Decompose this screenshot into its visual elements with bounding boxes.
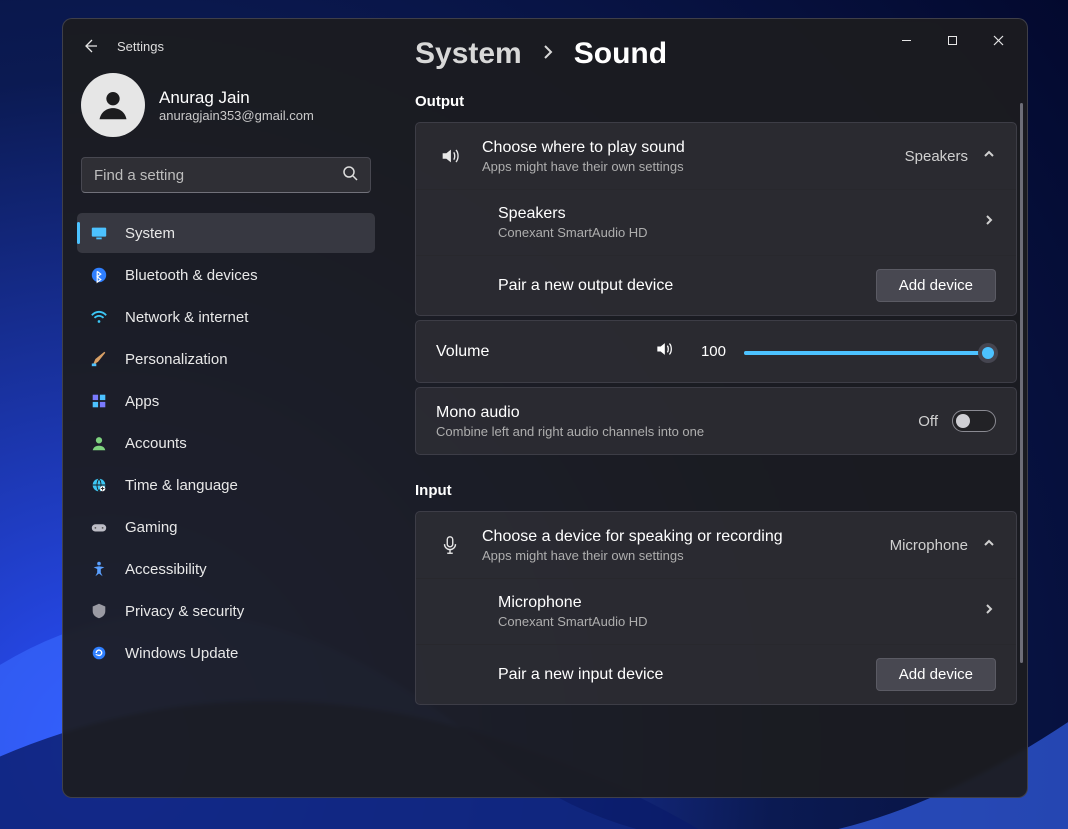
microphone-icon	[436, 534, 464, 556]
sidebar-item-privacy-security[interactable]: Privacy & security	[77, 591, 375, 631]
sidebar-item-accessibility[interactable]: Accessibility	[77, 549, 375, 589]
search-input[interactable]	[94, 167, 318, 184]
sidebar-item-network-internet[interactable]: Network & internet	[77, 297, 375, 337]
input-pair-row: Pair a new input device Add device	[416, 644, 1016, 704]
output-current-device: Speakers	[905, 148, 968, 165]
sidebar-item-label: Network & internet	[125, 309, 248, 326]
output-device-title: Speakers	[498, 205, 964, 223]
add-output-device-button[interactable]: Add device	[876, 269, 996, 302]
accessibility-icon	[89, 559, 109, 579]
profile-name: Anurag Jain	[159, 88, 314, 108]
sidebar-item-label: Bluetooth & devices	[125, 267, 258, 284]
sidebar-item-label: System	[125, 225, 175, 242]
sidebar-item-personalization[interactable]: Personalization	[77, 339, 375, 379]
input-device-subtitle: Conexant SmartAudio HD	[498, 614, 964, 629]
volume-slider[interactable]	[744, 342, 996, 362]
sidebar-item-accounts[interactable]: Accounts	[77, 423, 375, 463]
volume-value: 100	[692, 343, 726, 360]
output-pair-row: Pair a new output device Add device	[416, 255, 1016, 315]
input-choose-card: Choose a device for speaking or recordin…	[415, 511, 1017, 705]
sidebar-item-label: Gaming	[125, 519, 178, 536]
speaker-icon	[436, 145, 464, 167]
input-pair-title: Pair a new input device	[498, 666, 858, 684]
sidebar-item-label: Apps	[125, 393, 159, 410]
display-icon	[89, 223, 109, 243]
sidebar-item-label: Time & language	[125, 477, 238, 494]
chevron-up-icon	[982, 147, 996, 166]
chevron-up-icon	[982, 536, 996, 555]
mono-row: Mono audio Combine left and right audio …	[416, 388, 1016, 454]
output-device-row[interactable]: Speakers Conexant SmartAudio HD	[416, 189, 1016, 255]
nav-list: System Bluetooth & devices Network & inter…	[77, 213, 375, 673]
input-choose-subtitle: Apps might have their own settings	[482, 548, 872, 563]
sidebar-item-windows-update[interactable]: Windows Update	[77, 633, 375, 673]
input-device-title: Microphone	[498, 594, 964, 612]
settings-window: Settings Anurag Jain anuragjain353@gmail…	[62, 18, 1028, 798]
minimize-button[interactable]	[883, 25, 929, 55]
sidebar-item-time-language[interactable]: Time & language	[77, 465, 375, 505]
input-device-row[interactable]: Microphone Conexant SmartAudio HD	[416, 578, 1016, 644]
brush-icon	[89, 349, 109, 369]
output-pair-title: Pair a new output device	[498, 277, 858, 295]
output-device-subtitle: Conexant SmartAudio HD	[498, 225, 964, 240]
chevron-right-icon	[982, 602, 996, 621]
input-choose-row[interactable]: Choose a device for speaking or recordin…	[416, 512, 1016, 578]
sidebar-item-label: Personalization	[125, 351, 228, 368]
output-choose-card: Choose where to play sound Apps might ha…	[415, 122, 1017, 316]
sidebar-item-label: Accessibility	[125, 561, 207, 578]
output-choose-title: Choose where to play sound	[482, 139, 887, 157]
sidebar-item-label: Windows Update	[125, 645, 238, 662]
sidebar-item-label: Accounts	[125, 435, 187, 452]
scrollbar[interactable]	[1020, 103, 1023, 663]
mono-toggle[interactable]	[952, 410, 996, 432]
mono-state: Off	[918, 413, 938, 430]
output-choose-subtitle: Apps might have their own settings	[482, 159, 887, 174]
volume-label: Volume	[436, 343, 636, 361]
mono-title: Mono audio	[436, 404, 900, 422]
sidebar-item-apps[interactable]: Apps	[77, 381, 375, 421]
sidebar-item-gaming[interactable]: Gaming	[77, 507, 375, 547]
input-section-heading: Input	[415, 482, 1017, 499]
globe-icon	[89, 475, 109, 495]
volume-row: Volume 100	[416, 321, 1016, 382]
input-current-device: Microphone	[890, 537, 968, 554]
apps-icon	[89, 391, 109, 411]
volume-card: Volume 100	[415, 320, 1017, 383]
gamepad-icon	[89, 517, 109, 537]
search-box[interactable]	[81, 157, 371, 193]
output-section-heading: Output	[415, 93, 1017, 110]
output-choose-row[interactable]: Choose where to play sound Apps might ha…	[416, 123, 1016, 189]
shield-icon	[89, 601, 109, 621]
input-choose-title: Choose a device for speaking or recordin…	[482, 528, 872, 546]
volume-icon[interactable]	[654, 339, 674, 364]
sidebar-item-system[interactable]: System	[77, 213, 375, 253]
mono-subtitle: Combine left and right audio channels in…	[436, 424, 900, 439]
person-icon	[89, 433, 109, 453]
bluetooth-icon	[89, 265, 109, 285]
sidebar: Settings Anurag Jain anuragjain353@gmail…	[63, 19, 387, 797]
mono-card: Mono audio Combine left and right audio …	[415, 387, 1017, 455]
search-icon	[342, 165, 358, 186]
sidebar-item-label: Privacy & security	[125, 603, 244, 620]
close-button[interactable]	[975, 25, 1021, 55]
update-icon	[89, 643, 109, 663]
wifi-icon	[89, 307, 109, 327]
add-input-device-button[interactable]: Add device	[876, 658, 996, 691]
content-pane: System Sound Output Choose where to play…	[387, 19, 1027, 797]
titlebar	[63, 19, 1027, 55]
maximize-button[interactable]	[929, 25, 975, 55]
profile-block[interactable]: Anurag Jain anuragjain353@gmail.com	[77, 73, 375, 157]
avatar	[81, 73, 145, 137]
chevron-right-icon	[982, 213, 996, 232]
sidebar-item-bluetooth-devices[interactable]: Bluetooth & devices	[77, 255, 375, 295]
profile-email: anuragjain353@gmail.com	[159, 108, 314, 123]
